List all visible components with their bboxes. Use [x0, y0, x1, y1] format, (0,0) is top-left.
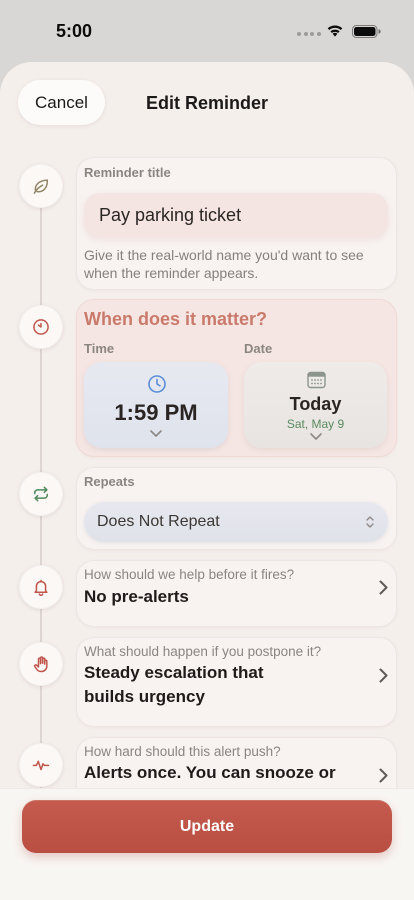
bell-icon: [34, 579, 48, 596]
intensity-value: Alerts once. You can snooze or: [84, 763, 336, 782]
date-subtitle: Sat, May 9: [286, 417, 345, 431]
time-value: 1:59 PM: [114, 400, 198, 425]
postpone-value: Steady escalation that builds urgency: [84, 663, 264, 706]
footer-bar: Update: [0, 788, 414, 900]
signal-dots-icon: [297, 32, 321, 36]
chevron-right-icon: [379, 768, 388, 783]
repeats-label: Repeats: [84, 474, 135, 489]
repeats-value: Does Not Repeat: [97, 513, 220, 530]
chevron-right-icon: [379, 668, 388, 683]
postpone-question: What should happen if you postpone it?: [84, 644, 322, 659]
reminder-title-card: Reminder title Pay parking ticket Give i…: [76, 157, 397, 290]
status-bar: 5:00: [0, 0, 414, 62]
date-picker-button[interactable]: Today Sat, May 9: [244, 362, 387, 448]
chevron-down-icon: [150, 430, 162, 437]
when-card: When does it matter? Time Date 1:59 PM T…: [76, 299, 397, 457]
wifi-icon: [327, 25, 343, 37]
intensity-step-marker: [19, 743, 63, 787]
repeats-dropdown[interactable]: Does Not Repeat: [84, 502, 388, 542]
repeats-card: Repeats Does Not Repeat: [76, 467, 397, 550]
reminder-title-input[interactable]: Pay parking ticket: [84, 193, 388, 238]
time-label: Time: [84, 341, 115, 356]
repeat-step-marker: [19, 472, 63, 516]
clock-icon: [33, 319, 49, 335]
time-picker-button[interactable]: 1:59 PM: [84, 362, 228, 448]
intensity-question: How hard should this alert push?: [84, 744, 281, 759]
when-step-marker: [19, 305, 63, 349]
postpone-step-marker: [19, 642, 63, 686]
page-title: Edit Reminder: [145, 93, 269, 113]
chevron-down-icon: [310, 433, 322, 440]
when-heading: When does it matter?: [84, 309, 268, 329]
prealert-question: How should we help before it fires?: [84, 567, 295, 582]
prealert-step-marker: [19, 565, 63, 609]
postpone-row[interactable]: What should happen if you postpone it? S…: [76, 637, 397, 727]
app-screen: 5:00 Cancel Edit Reminder Reminder title…: [0, 0, 414, 900]
date-value: Today: [289, 394, 342, 414]
pulse-icon: [32, 760, 50, 771]
chevron-up-down-icon: [366, 516, 374, 528]
prealert-row[interactable]: How should we help before it fires? No p…: [76, 560, 397, 627]
status-time: 5:00: [56, 21, 93, 41]
hand-icon: [33, 656, 48, 673]
leaf-icon: [33, 179, 49, 194]
chevron-right-icon: [379, 580, 388, 595]
calendar-icon: [307, 371, 326, 389]
reminder-title-helper: Give it the real-world name you'd want t…: [84, 247, 364, 281]
reminder-title-value: Pay parking ticket: [99, 205, 242, 225]
update-button[interactable]: Update: [22, 800, 392, 853]
battery-icon: [352, 25, 381, 38]
prealert-value: No pre-alerts: [84, 587, 189, 606]
clock-icon: [148, 375, 166, 393]
date-label: Date: [244, 341, 273, 356]
reminder-title-label: Reminder title: [84, 165, 171, 180]
repeat-icon: [34, 486, 48, 502]
title-step-marker: [19, 164, 63, 208]
edit-reminder-sheet: Cancel Edit Reminder Reminder title Pay …: [0, 62, 414, 900]
